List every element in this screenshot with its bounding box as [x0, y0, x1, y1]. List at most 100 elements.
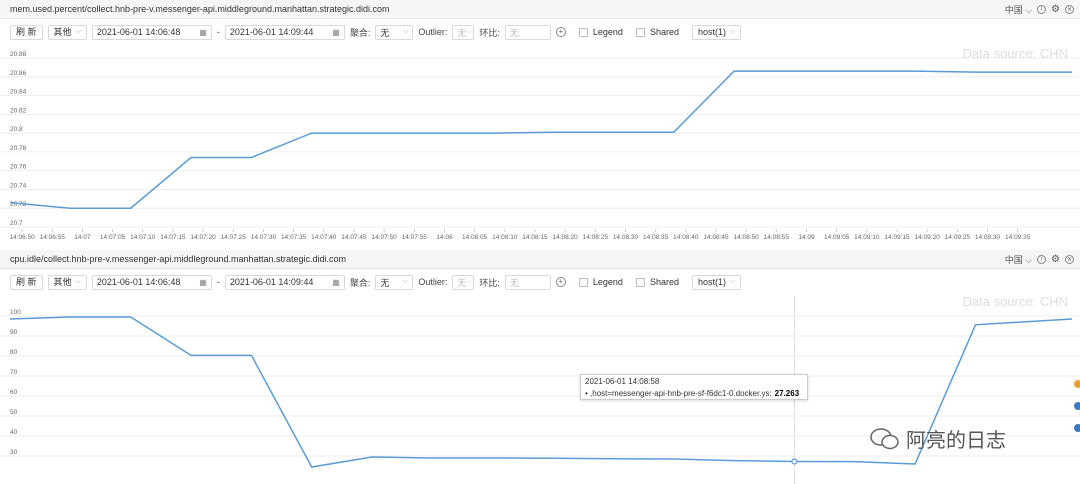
end-time-input[interactable]: 2021-06-01 14:09:44 ▦ — [224, 24, 345, 40]
legend-checkbox[interactable]: Legend — [578, 27, 623, 37]
x-tick-label: 14:07:50 — [371, 234, 397, 241]
brand-watermark: 阿亮的日志 — [870, 424, 1006, 453]
y-tick-label: 30 — [10, 449, 18, 456]
chevron-down-icon: ⌵ — [729, 278, 736, 285]
x-tick-label: 14:07:30 — [251, 234, 277, 241]
hover-point — [791, 458, 798, 465]
end-time-input[interactable]: 2021-06-01 14:09:44 ▦ — [224, 274, 345, 290]
range-separator: - — [216, 27, 220, 37]
range-separator: - — [216, 277, 220, 287]
start-time-input[interactable]: 2021-06-01 14:06:48 ▦ — [91, 274, 212, 290]
shared-checkbox[interactable]: Shared — [635, 27, 679, 37]
close-icon[interactable]: ✕ — [1065, 254, 1074, 264]
range-select[interactable]: 其他 ⌵ — [47, 274, 87, 290]
x-tick-label: 14:08:15 — [522, 234, 548, 241]
calendar-icon: ▦ — [332, 277, 340, 287]
panel-titlebar: cpu.idle/collect.hnb-pre-v.messenger-api… — [0, 250, 1080, 269]
compare-input[interactable]: 无 — [504, 274, 551, 290]
y-tick-label: 90 — [10, 329, 18, 336]
region-select[interactable]: 中国 ⌵ — [1005, 3, 1032, 16]
x-tick-label: 14:08:20 — [552, 234, 578, 241]
chevron-down-icon: ⌵ — [729, 28, 736, 35]
panel-toolbar: 刷 新 其他 ⌵ 2021-06-01 14:06:48 ▦ - 2021-06-0… — [0, 19, 1080, 45]
shared-checkbox[interactable]: Shared — [635, 277, 679, 287]
y-tick-label: 20.88 — [10, 51, 27, 58]
y-tick-label: 20.76 — [10, 164, 27, 171]
y-tick-label: 20.7 — [10, 220, 23, 227]
chevron-down-icon: ⌵ — [403, 28, 409, 35]
info-icon[interactable]: i — [1037, 4, 1047, 14]
close-icon[interactable]: ✕ — [1065, 4, 1074, 14]
x-tick-label: 14:06:55 — [40, 234, 66, 241]
outlier-select[interactable]: 无 ⌵ — [452, 274, 475, 290]
outlier-select[interactable]: 无 ⌵ — [452, 24, 475, 40]
legend-dot — [1074, 380, 1080, 388]
compare-label: 环比: — [479, 27, 500, 38]
chart-tooltip: 2021-06-01 14:08:58 • ,host=messenger-ap… — [580, 374, 808, 400]
x-tick-label: 14:07:35 — [281, 234, 307, 241]
legend-dots — [1074, 380, 1080, 446]
host-select[interactable]: host(1) ⌵ — [691, 24, 742, 40]
y-tick-label: 70 — [10, 369, 18, 376]
y-tick-label: 40 — [10, 429, 18, 436]
data-source-watermark: Data source: CHN — [963, 296, 1068, 309]
x-tick-label: 14:08:45 — [703, 234, 729, 241]
tooltip-value: 27.263 — [774, 389, 800, 398]
legend-checkbox[interactable]: Legend — [578, 277, 623, 287]
legend-dot — [1074, 402, 1080, 410]
refresh-button[interactable]: 刷 新 — [10, 274, 43, 290]
x-tick-label: 14:08:05 — [462, 234, 488, 241]
panel-titlebar: mem.used.percent/collect.hnb-pre-v.messe… — [0, 0, 1080, 19]
outlier-label: Outlier: — [418, 277, 448, 287]
chevron-down-icon: ⌵ — [403, 278, 409, 285]
panel-toolbar: 刷 新 其他 ⌵ 2021-06-01 14:06:48 ▦ - 2021-06-0… — [0, 269, 1080, 295]
calendar-icon: ▦ — [199, 27, 207, 37]
refresh-button[interactable]: 刷 新 — [10, 24, 43, 40]
tooltip-series: • ,host=messenger-api-hnb-pre-sf-f6dc1-0… — [585, 389, 772, 398]
agg-select[interactable]: 无 ⌵ — [375, 24, 414, 40]
y-tick-label: 20.84 — [10, 89, 27, 96]
x-tick-label: 14:06:50 — [9, 234, 35, 241]
calendar-icon: ▦ — [199, 277, 207, 287]
x-tick-label: 14:08:35 — [643, 234, 669, 241]
brand-text: 阿亮的日志 — [906, 428, 1006, 452]
agg-select[interactable]: 无 ⌵ — [375, 274, 414, 290]
info-icon[interactable]: i — [1037, 254, 1047, 264]
range-select[interactable]: 其他 ⌵ — [47, 24, 87, 40]
x-tick-label: 14:07:55 — [402, 234, 428, 241]
chevron-down-icon: ⌵ — [466, 28, 472, 35]
x-tick-label: 14:07:45 — [341, 234, 367, 241]
x-tick-label: 14:09:05 — [824, 234, 850, 241]
x-tick-label: 14:09:15 — [884, 234, 910, 241]
x-tick-label: 14:08:10 — [492, 234, 518, 241]
y-tick-label: 100 — [10, 309, 21, 316]
x-tick-label: 14:08:30 — [613, 234, 639, 241]
x-tick-label: 14:08:55 — [764, 234, 790, 241]
outlier-label: Outlier: — [418, 27, 448, 37]
x-tick-label: 14:08:50 — [734, 234, 760, 241]
compare-input[interactable]: 无 — [504, 24, 551, 40]
x-tick-label: 14:08:25 — [583, 234, 609, 241]
x-tick-label: 14:07:10 — [130, 234, 156, 241]
y-tick-label: 20.78 — [10, 145, 27, 152]
add-icon[interactable]: + — [555, 277, 566, 287]
wechat-icon — [870, 427, 899, 449]
host-select[interactable]: host(1) ⌵ — [691, 274, 742, 290]
y-tick-label: 20.86 — [10, 70, 27, 77]
panel-title: mem.used.percent/collect.hnb-pre-v.messe… — [10, 4, 390, 14]
x-tick-label: 14:09:35 — [1005, 234, 1031, 241]
compare-label: 环比: — [479, 277, 500, 288]
x-tick-label: 14:07:05 — [100, 234, 126, 241]
region-select[interactable]: 中国 ⌵ — [1005, 253, 1032, 266]
x-tick-label: 14:07 — [74, 234, 91, 241]
y-tick-label: 20.82 — [10, 107, 27, 114]
x-tick-label: 14:07:15 — [160, 234, 186, 241]
series-line — [9, 70, 1072, 209]
add-icon[interactable]: + — [555, 27, 566, 37]
y-tick-label: 20.74 — [10, 182, 27, 189]
start-time-input[interactable]: 2021-06-01 14:06:48 ▦ — [91, 24, 212, 40]
gear-icon[interactable]: ⚙ — [1051, 4, 1060, 15]
agg-label: 聚合: — [349, 277, 371, 288]
gear-icon[interactable]: ⚙ — [1051, 254, 1060, 265]
data-source-watermark: Data source: CHN — [963, 46, 1068, 61]
